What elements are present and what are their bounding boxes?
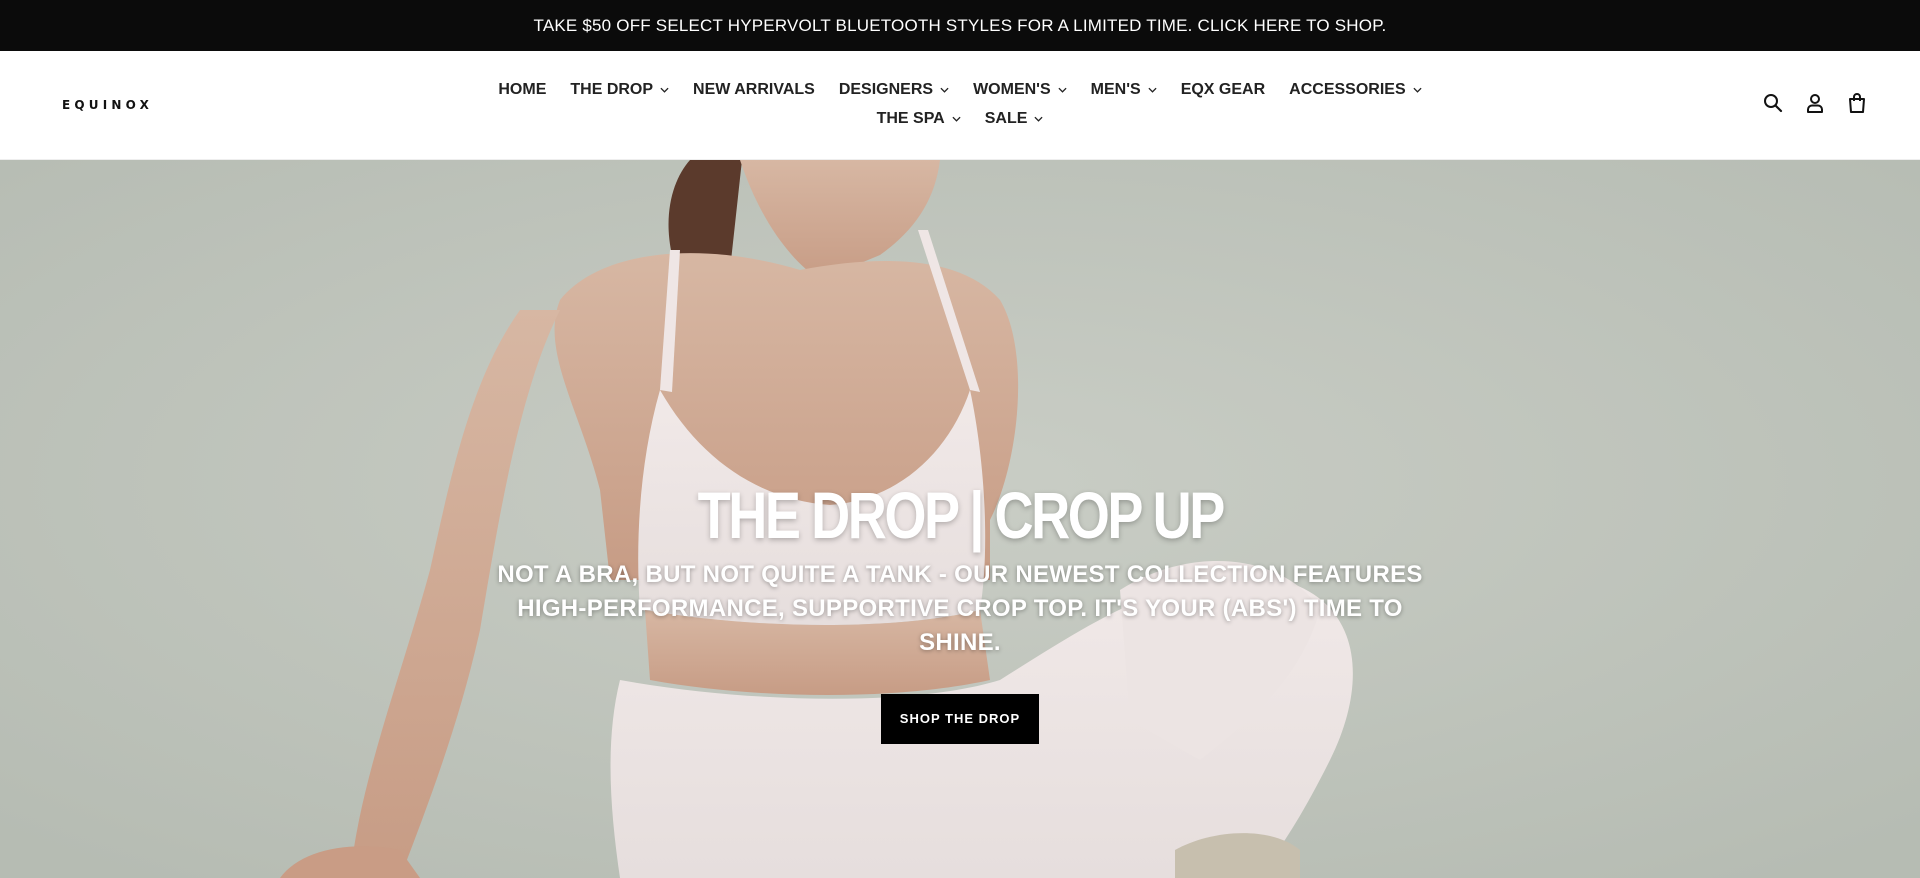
chevron-down-icon [940, 87, 949, 93]
chevron-down-icon [1058, 87, 1067, 93]
nav-row-secondary: THE SPA SALE [0, 108, 1920, 130]
chevron-down-icon [1148, 87, 1157, 93]
search-icon[interactable] [1762, 91, 1784, 115]
account-icon[interactable] [1804, 91, 1826, 115]
chevron-down-icon [660, 87, 669, 93]
nav-item-eqx-gear[interactable]: EQX GEAR [1169, 79, 1277, 101]
nav-item-mens[interactable]: MEN'S [1079, 79, 1169, 101]
nav-item-label: HOME [498, 81, 547, 98]
header-icons [1762, 91, 1868, 115]
announcement-bar: TAKE $50 OFF SELECT HYPERVOLT BLUETOOTH … [0, 0, 1920, 51]
nav-item-designers[interactable]: DESIGNERS [827, 79, 961, 101]
nav-item-label: NEW ARRIVALS [693, 81, 815, 98]
hero-banner: THE DROP | CROP UP NOT A BRA, BUT NOT QU… [0, 160, 1920, 878]
nav-item-label: WOMEN'S [973, 81, 1051, 98]
nav-item-label: DESIGNERS [838, 81, 934, 98]
site-header: EQUINOX HOME THE DROP NEW ARRIVALS DESIG… [0, 51, 1920, 160]
nav-item-home[interactable]: HOME [486, 79, 558, 101]
nav-item-label: THE DROP [570, 81, 654, 98]
chevron-down-icon [952, 116, 961, 122]
nav-item-label: SALE [984, 110, 1028, 127]
nav-item-label: THE SPA [876, 110, 945, 127]
chevron-down-icon [1413, 87, 1422, 93]
nav-item-label: ACCESSORIES [1289, 81, 1406, 98]
chevron-down-icon [1034, 116, 1043, 122]
nav-item-womens[interactable]: WOMEN'S [961, 79, 1079, 101]
hero-title: THE DROP | CROP UP [697, 478, 1225, 552]
hero-subtitle: NOT A BRA, BUT NOT QUITE A TANK - OUR NE… [497, 561, 1423, 656]
nav-item-label: EQX GEAR [1180, 81, 1266, 98]
shop-the-drop-button[interactable]: SHOP THE DROP [881, 694, 1039, 744]
nav-item-new-arrivals[interactable]: NEW ARRIVALS [681, 79, 827, 101]
nav-item-label: MEN'S [1090, 81, 1141, 98]
nav-item-accessories[interactable]: ACCESSORIES [1277, 79, 1433, 101]
nav-item-the-spa[interactable]: THE SPA [865, 108, 973, 130]
nav-row-primary: HOME THE DROP NEW ARRIVALS DESIGNERS WOM… [0, 79, 1920, 101]
nav-item-sale[interactable]: SALE [973, 108, 1056, 130]
nav-item-the-drop[interactable]: THE DROP [558, 79, 681, 101]
announcement-link[interactable]: TAKE $50 OFF SELECT HYPERVOLT BLUETOOTH … [534, 16, 1387, 36]
cart-icon[interactable] [1846, 91, 1868, 115]
hero-content: THE DROP | CROP UP NOT A BRA, BUT NOT QU… [0, 478, 1920, 744]
